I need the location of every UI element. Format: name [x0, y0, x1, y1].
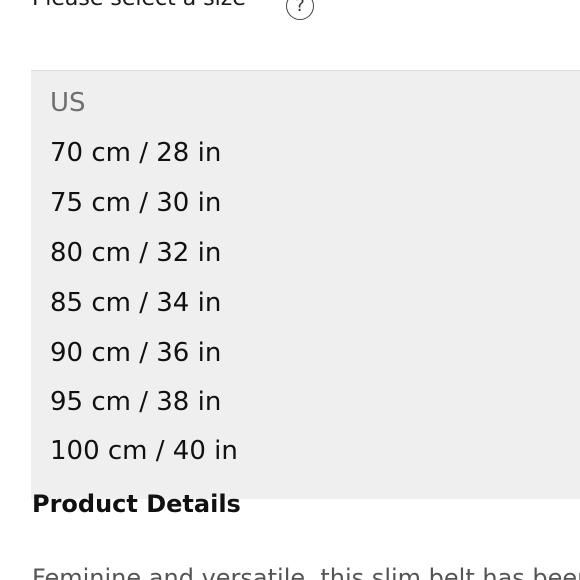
question-circle-icon[interactable]: ? — [286, 0, 314, 20]
size-option-85[interactable]: 85 cm / 34 in — [50, 288, 221, 318]
size-prompt: Please select a size — [32, 0, 246, 11]
size-option-90[interactable]: 90 cm / 36 in — [50, 338, 221, 368]
size-option-100[interactable]: 100 cm / 40 in — [50, 436, 238, 466]
product-details-heading: Product Details — [32, 490, 241, 518]
size-option-95[interactable]: 95 cm / 38 in — [50, 387, 221, 417]
size-option-80[interactable]: 80 cm / 32 in — [50, 238, 221, 268]
product-description: Feminine and versatile, this slim belt h… — [32, 564, 580, 580]
size-option-70[interactable]: 70 cm / 28 in — [50, 138, 221, 168]
size-option-75[interactable]: 75 cm / 30 in — [50, 188, 221, 218]
size-dropdown: US 70 cm / 28 in 75 cm / 30 in 80 cm / 3… — [31, 70, 580, 499]
size-system-header: US — [50, 88, 86, 118]
page: Please select a size ? US 70 cm / 28 in … — [0, 0, 580, 580]
